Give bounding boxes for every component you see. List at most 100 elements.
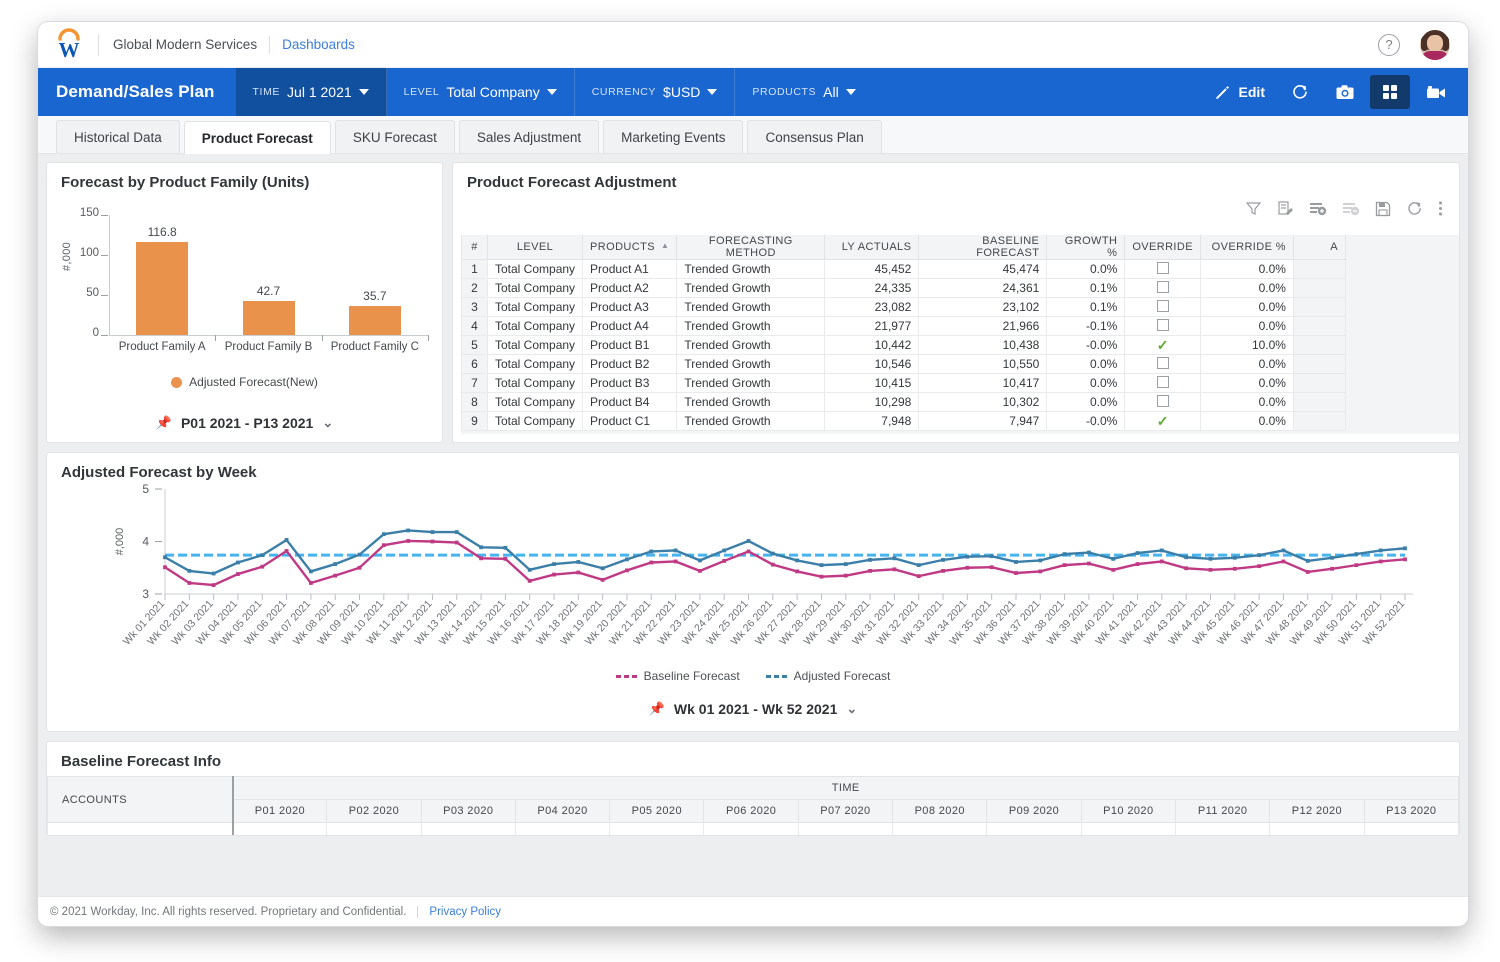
tab-consensus-plan[interactable]: Consensus Plan [747, 120, 881, 153]
cell-forecasting-method[interactable]: Trended Growth [677, 412, 825, 431]
table-row[interactable]: 1Total CompanyProduct A1Trended Growth45… [462, 260, 1346, 279]
prompt-products[interactable]: PRODUCTS All [735, 68, 872, 116]
bar[interactable] [243, 301, 295, 335]
column-header-period[interactable]: P10 2020 [1081, 800, 1175, 823]
table-row[interactable]: 3Total CompanyProduct A3Trended Growth23… [462, 298, 1346, 317]
column-header-period[interactable]: P02 2020 [327, 800, 421, 823]
cell-override-checkbox[interactable]: ✓ [1125, 412, 1201, 431]
cell-forecasting-method[interactable]: Trended Growth [677, 336, 825, 355]
avatar[interactable] [1420, 30, 1450, 60]
cell-period-value[interactable] [515, 823, 609, 837]
cell-level[interactable]: Total Company [488, 374, 583, 393]
tab-sku-forecast[interactable]: SKU Forecast [335, 120, 455, 153]
cell-period-value[interactable] [610, 823, 704, 837]
column-header-a[interactable]: A [1293, 235, 1345, 260]
cell-override-pct[interactable]: 0.0% [1200, 374, 1293, 393]
cell-product[interactable]: Product A2 [583, 279, 677, 298]
cell-period-value[interactable] [798, 823, 892, 837]
column-header-period[interactable]: P06 2020 [704, 800, 798, 823]
video-camera-button[interactable] [1414, 75, 1458, 109]
breadcrumb-dashboards[interactable]: Dashboards [282, 37, 355, 52]
bar[interactable] [349, 306, 401, 335]
tab-sales-adjustment[interactable]: Sales Adjustment [459, 120, 599, 153]
refresh-icon[interactable] [1406, 200, 1423, 217]
table-row[interactable]: 6Total CompanyProduct B2Trended Growth10… [462, 355, 1346, 374]
checkbox-icon[interactable] [1157, 300, 1169, 312]
table-row[interactable] [48, 823, 1459, 837]
table-row[interactable]: 9Total CompanyProduct C1Trended Growth7,… [462, 412, 1346, 431]
add-row-icon[interactable] [1309, 200, 1327, 217]
checkbox-icon[interactable] [1157, 357, 1169, 369]
privacy-policy-link[interactable]: Privacy Policy [429, 906, 501, 918]
column-header-period[interactable]: P08 2020 [893, 800, 987, 823]
cell-override-checkbox[interactable] [1125, 260, 1201, 279]
column-header-baseline-forecast[interactable]: BASELINE FORECAST [919, 235, 1047, 260]
column-header-accounts[interactable]: ACCOUNTS [48, 777, 233, 823]
bar[interactable] [136, 242, 188, 335]
save-icon[interactable] [1375, 201, 1391, 217]
cell-forecasting-method[interactable]: Trended Growth [677, 279, 825, 298]
prompt-currency[interactable]: CURRENCY $USD [575, 68, 736, 116]
cell-override-checkbox[interactable] [1125, 279, 1201, 298]
column-header-forecasting-method[interactable]: FORECASTING METHOD [677, 235, 825, 260]
cell-product[interactable]: Product B1 [583, 336, 677, 355]
cell-product[interactable]: Product B2 [583, 355, 677, 374]
cell-forecasting-method[interactable]: Trended Growth [677, 374, 825, 393]
column-header-period[interactable]: P12 2020 [1270, 800, 1364, 823]
cell-override-checkbox[interactable] [1125, 393, 1201, 412]
cell-period-value[interactable] [704, 823, 798, 837]
cell-override-pct[interactable]: 0.0% [1200, 279, 1293, 298]
bar-chart-range-selector[interactable]: 📌 P01 2021 - P13 2021 ⌄ [47, 415, 442, 431]
column-header-[interactable]: # [462, 235, 488, 260]
edit-button[interactable]: Edit [1203, 75, 1276, 109]
cell-forecasting-method[interactable]: Trended Growth [677, 355, 825, 374]
cell-level[interactable]: Total Company [488, 260, 583, 279]
cell-period-value[interactable] [421, 823, 515, 837]
cell-level[interactable]: Total Company [488, 355, 583, 374]
cell-override-pct[interactable]: 10.0% [1200, 336, 1293, 355]
cell-override-pct[interactable]: 0.0% [1200, 412, 1293, 431]
cell-period-value[interactable] [327, 823, 421, 837]
column-header-override[interactable]: OVERRIDE % [1200, 235, 1293, 260]
refresh-button[interactable] [1280, 75, 1320, 109]
prompt-level[interactable]: LEVEL Total Company [387, 68, 575, 116]
table-row[interactable]: 4Total CompanyProduct A4Trended Growth21… [462, 317, 1346, 336]
cell-level[interactable]: Total Company [488, 393, 583, 412]
cell-override-pct[interactable]: 0.0% [1200, 260, 1293, 279]
cell-override-pct[interactable]: 0.0% [1200, 298, 1293, 317]
cell-forecasting-method[interactable]: Trended Growth [677, 298, 825, 317]
edit-list-icon[interactable] [1277, 200, 1294, 217]
column-header-level[interactable]: LEVEL [488, 235, 583, 260]
cell-override-checkbox[interactable]: ✓ [1125, 336, 1201, 355]
line-chart-range-selector[interactable]: 📌 Wk 01 2021 - Wk 52 2021 ⌄ [47, 701, 1459, 717]
cell-product[interactable]: Product A1 [583, 260, 677, 279]
cell-period-value[interactable] [233, 823, 327, 837]
checkbox-icon[interactable] [1157, 395, 1169, 407]
cell-override-checkbox[interactable] [1125, 317, 1201, 336]
column-header-period[interactable]: P05 2020 [610, 800, 704, 823]
cell-override-pct[interactable]: 0.0% [1200, 355, 1293, 374]
column-header-period[interactable]: P04 2020 [515, 800, 609, 823]
cell-override-checkbox[interactable] [1125, 298, 1201, 317]
column-header-period[interactable]: P11 2020 [1175, 800, 1269, 823]
cell-product[interactable]: Product A4 [583, 317, 677, 336]
cell-forecasting-method[interactable]: Trended Growth [677, 317, 825, 336]
grid-view-button[interactable] [1370, 75, 1410, 109]
cell-override-checkbox[interactable] [1125, 374, 1201, 393]
cell-override-pct[interactable]: 0.0% [1200, 317, 1293, 336]
cell-period-value[interactable] [893, 823, 987, 837]
grid-scroll-area[interactable]: #LEVELPRODUCTS▲FORECASTING METHODLY ACTU… [461, 235, 1459, 434]
column-header-growth[interactable]: GROWTH % [1047, 235, 1125, 260]
cell-product[interactable]: Product C1 [583, 412, 677, 431]
column-header-ly-actuals[interactable]: LY ACTUALS [825, 235, 919, 260]
cell-period-value[interactable] [1364, 823, 1458, 837]
prompt-time[interactable]: TIME Jul 1 2021 [235, 68, 387, 116]
tab-historical-data[interactable]: Historical Data [56, 120, 180, 153]
cell-forecasting-method[interactable]: Trended Growth [677, 393, 825, 412]
workday-logo-icon[interactable]: W [52, 28, 86, 62]
cell-period-value[interactable] [987, 823, 1081, 837]
column-header-period[interactable]: P07 2020 [798, 800, 892, 823]
cell-product[interactable]: Product B3 [583, 374, 677, 393]
cell-period-value[interactable] [1081, 823, 1175, 837]
filter-icon[interactable] [1245, 200, 1262, 217]
